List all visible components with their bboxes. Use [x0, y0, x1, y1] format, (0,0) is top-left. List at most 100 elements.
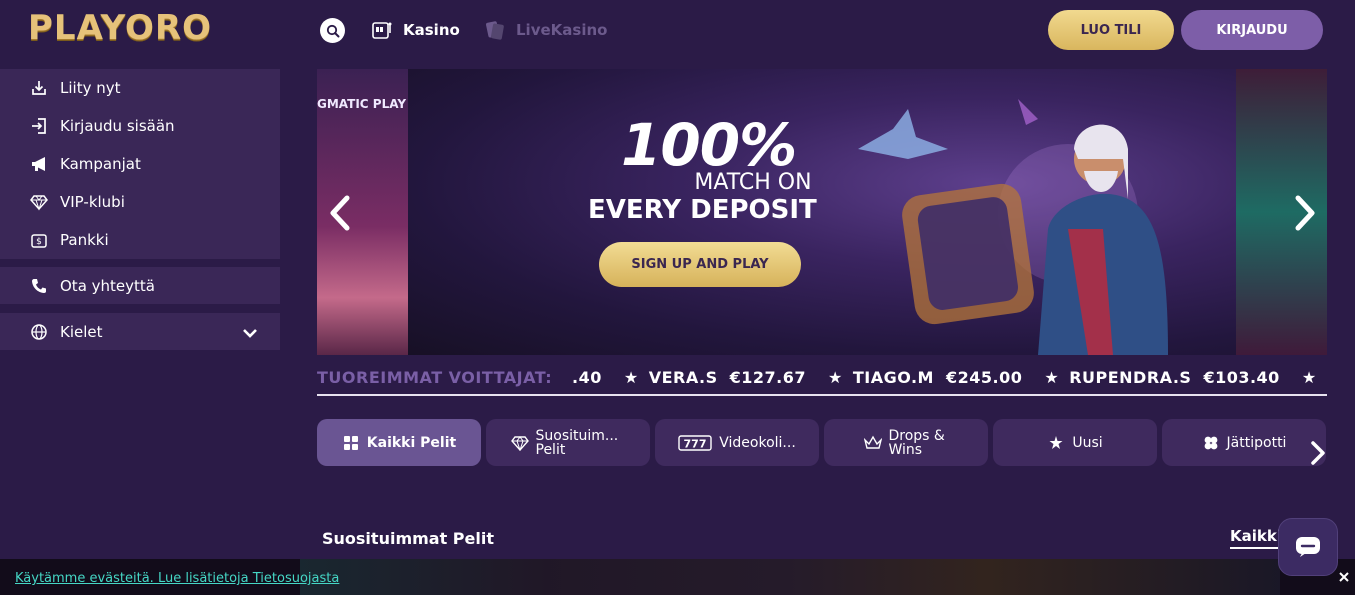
- carousel-next-button[interactable]: [1292, 195, 1318, 235]
- clover-icon: [1202, 434, 1220, 452]
- globe-icon: [30, 323, 48, 341]
- tab-label: Drops & Wins: [888, 427, 945, 458]
- star-icon: ★: [827, 368, 843, 387]
- sidebar-item-label: Liity nyt: [60, 79, 121, 97]
- promo-carousel: GMATIC PLAY 100% MATCH ON EVERY DEPOSIT …: [317, 69, 1327, 355]
- sidebar-item-login[interactable]: Kirjaudu sisään: [0, 107, 280, 145]
- ticker-title: TUOREIMMAT VOITTAJAT:: [317, 368, 557, 387]
- section-title: Suosituimmat Pelit: [322, 529, 494, 548]
- tab-label: Suosituim... Pelit: [535, 427, 619, 458]
- winner-amount: €127.67: [729, 368, 806, 387]
- winner-amount: €245.00: [945, 368, 1023, 387]
- tab-popular-games[interactable]: Suosituim... Pelit: [486, 419, 650, 466]
- tab-new[interactable]: Uusi: [993, 419, 1157, 466]
- star-icon: ★: [1301, 368, 1317, 387]
- sidebar-item-label: Kampanjat: [60, 155, 141, 173]
- sidebar-item-join[interactable]: Liity nyt: [0, 69, 280, 107]
- winner-name: VERA.S: [648, 368, 718, 387]
- winner-name: TIAGO.M: [852, 368, 934, 387]
- chat-button[interactable]: [1278, 518, 1338, 576]
- cookie-bar: Käytämme evästeitä. Lue lisätietoja Tiet…: [0, 559, 1355, 595]
- ticker-track: .40 ★ VERA.S €127.67 ★ TIAGO.M €245.00 ★…: [572, 368, 1327, 387]
- sidebar-main-group: Liity nyt Kirjaudu sisään Kampanjat VIP-…: [0, 69, 280, 259]
- sidebar-item-label: VIP-klubi: [60, 193, 125, 211]
- promo-subheadline: MATCH ON: [694, 170, 812, 195]
- cards-icon: [484, 19, 506, 41]
- stars-icon: [1047, 434, 1065, 452]
- tab-label: Uusi: [1072, 434, 1103, 451]
- carousel-prev-button[interactable]: [327, 195, 353, 235]
- diamond-icon: [510, 434, 529, 452]
- search-button[interactable]: [320, 18, 345, 43]
- chevron-right-icon: [1295, 195, 1315, 231]
- tab-label: Videokoli...: [719, 434, 796, 451]
- login-icon: [30, 117, 48, 135]
- sidebar-contact-group: Ota yhteyttä: [0, 267, 280, 304]
- tab-all-games[interactable]: Kaikki Pelit: [317, 419, 481, 466]
- register-button[interactable]: LUO TILI: [1048, 10, 1174, 50]
- sidebar-item-label: Kirjaudu sisään: [60, 117, 175, 135]
- megaphone-icon: [30, 155, 48, 173]
- sidebar: Liity nyt Kirjaudu sisään Kampanjat VIP-…: [0, 69, 280, 350]
- provider-logo: GMATIC PLAY: [317, 97, 407, 111]
- see-all-link[interactable]: Kaikki: [1230, 527, 1282, 549]
- nav-livekasino-label: LiveKasino: [516, 21, 608, 39]
- tab-video-slots[interactable]: 777 Videokoli...: [655, 419, 819, 466]
- sidebar-language-group: Kielet: [0, 313, 280, 350]
- current-slide[interactable]: 100% MATCH ON EVERY DEPOSIT SIGN UP AND …: [408, 69, 1236, 355]
- 777-icon: 777: [678, 434, 712, 452]
- sidebar-item-label: Kielet: [60, 322, 103, 341]
- sidebar-item-vip[interactable]: VIP-klubi: [0, 183, 280, 221]
- star-icon: ★: [623, 368, 639, 387]
- search-icon: [326, 24, 339, 37]
- winner-amount: €103.40: [1203, 368, 1280, 387]
- sidebar-item-campaigns[interactable]: Kampanjat: [0, 145, 280, 183]
- slot-machine-icon: [371, 19, 393, 41]
- playoro-logo[interactable]: PLAYORO: [28, 8, 212, 48]
- game-thumbnails-strip: [300, 559, 1280, 595]
- winner-name: RUPENDRA.S: [1069, 368, 1192, 387]
- ticker-fragment: .40: [572, 368, 602, 387]
- sidebar-item-label: Ota yhteyttä: [60, 276, 155, 295]
- ticker-entry: ★ VERA.S €127.67: [624, 368, 806, 387]
- crown-icon: [863, 434, 882, 452]
- promo-subheadline-2: EVERY DEPOSIT: [588, 195, 817, 225]
- tab-drops-wins[interactable]: Drops & Wins: [824, 419, 988, 466]
- download-icon: [30, 79, 48, 97]
- wizard-character-artwork: [858, 99, 1168, 355]
- ticker-entry: .40: [572, 368, 602, 387]
- svg-text:777: 777: [684, 437, 707, 450]
- cookie-privacy-link[interactable]: Käytämme evästeitä. Lue lisätietoja Tiet…: [15, 571, 339, 586]
- diamond-icon: [30, 193, 48, 211]
- tab-label: Jättipotti: [1226, 434, 1287, 451]
- login-button[interactable]: KIRJAUDU: [1181, 10, 1323, 50]
- sign-up-and-play-button[interactable]: SIGN UP AND PLAY: [599, 242, 801, 287]
- cookie-close-button[interactable]: [1337, 569, 1351, 583]
- ticker-entry: ★ RUPENDRA.S €103.40: [1044, 368, 1279, 387]
- svg-text:$: $: [36, 237, 42, 247]
- top-header: PLAYORO Kasino LiveKasino LUO TILI KIRJA…: [0, 0, 1355, 62]
- ticker-entry: ★ TIAGO.M €245.00: [828, 368, 1022, 387]
- chevron-down-icon[interactable]: [242, 325, 258, 343]
- sidebar-item-language[interactable]: Kielet: [0, 313, 280, 350]
- tab-jackpot[interactable]: Jättipotti: [1162, 419, 1326, 466]
- nav-livekasino[interactable]: LiveKasino: [484, 18, 607, 42]
- chat-icon: [1296, 537, 1320, 557]
- sidebar-item-contact[interactable]: Ota yhteyttä: [0, 267, 280, 304]
- sidebar-item-bank[interactable]: $ Pankki: [0, 221, 280, 259]
- promo-headline: 100%: [621, 111, 797, 179]
- nav-kasino-label: Kasino: [403, 21, 460, 39]
- phone-icon: [30, 277, 48, 295]
- ticker-entry: ★: [1302, 368, 1327, 387]
- grid-icon: [342, 434, 360, 452]
- categories-next-button[interactable]: [1309, 440, 1327, 470]
- tab-label: Kaikki Pelit: [366, 434, 457, 451]
- star-icon: ★: [1044, 368, 1060, 387]
- chevron-right-icon: [1311, 441, 1325, 465]
- chevron-left-icon: [330, 195, 350, 231]
- bank-icon: $: [30, 231, 48, 249]
- latest-winners-ticker: .40 ★ VERA.S €127.67 ★ TIAGO.M €245.00 ★…: [317, 364, 1327, 396]
- close-icon: [1339, 572, 1349, 582]
- nav-kasino[interactable]: Kasino: [371, 18, 460, 42]
- sidebar-item-label: Pankki: [60, 231, 109, 249]
